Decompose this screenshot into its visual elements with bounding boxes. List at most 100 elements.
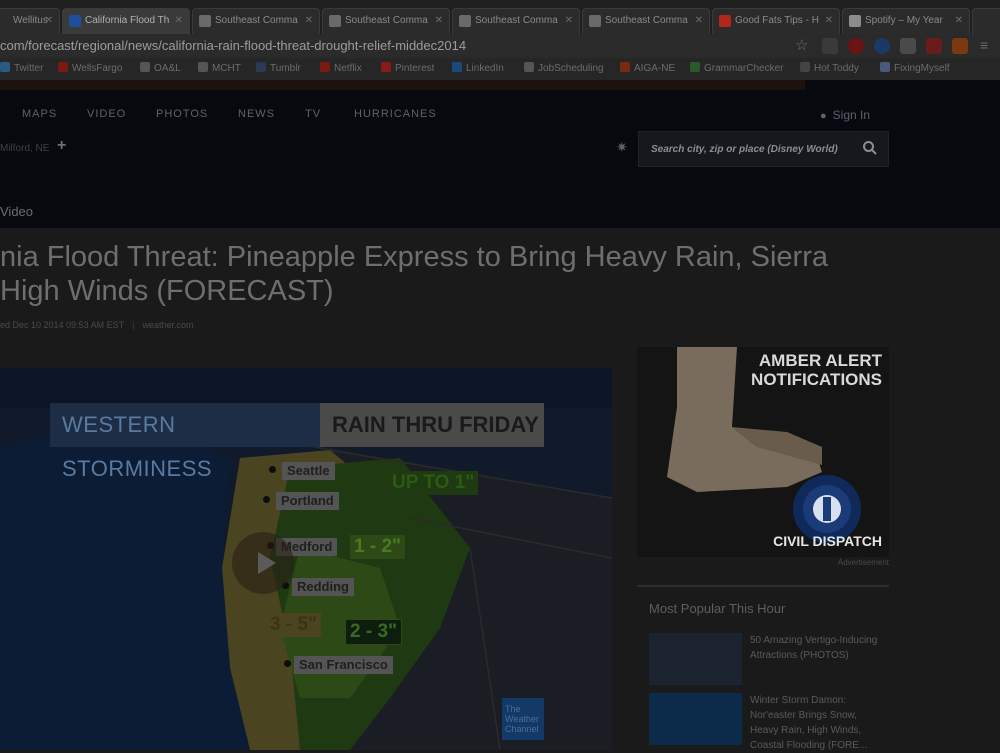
linkedin-icon: [452, 62, 462, 72]
rain-amount-label: 3 - 5": [266, 613, 322, 637]
bookmark-item[interactable]: Tumblr: [256, 62, 301, 76]
tab-label: Southeast Comma: [345, 15, 428, 26]
article-meta: ed Dec 10 2014 09:53 AM EST | weather.com: [0, 320, 194, 330]
rain-amount-label: UP TO 1": [388, 471, 479, 495]
city-label-redding: Redding: [292, 578, 354, 596]
menu-icon[interactable]: ≡: [980, 37, 988, 53]
close-tab-icon[interactable]: ✕: [695, 9, 703, 33]
close-tab-icon[interactable]: ✕: [45, 9, 53, 33]
bookmark-star-icon[interactable]: ☆: [795, 36, 808, 54]
browser-tab[interactable]: Good Fats Tips - H ✕: [712, 8, 840, 34]
bookmark-item[interactable]: Pinterest: [381, 62, 434, 76]
tab-label: Southeast Comma: [215, 15, 298, 26]
most-popular-heading: Most Popular This Hour: [649, 601, 786, 616]
popular-thumbnail[interactable]: [649, 693, 742, 745]
city-label-portland: Portland: [276, 492, 339, 510]
ad-title-line: AMBER ALERT: [758, 351, 882, 370]
google-extension-icon[interactable]: [874, 38, 890, 54]
nav-item-news[interactable]: NEWS: [238, 108, 275, 120]
search-box: [638, 131, 889, 167]
printer-extension-icon[interactable]: [926, 38, 942, 54]
city-label-san-francisco: San Francisco: [294, 656, 393, 674]
bookmark-label: OA&L: [154, 63, 181, 74]
play-button[interactable]: [232, 532, 294, 594]
bookmark-item[interactable]: WellsFargo: [58, 62, 122, 76]
bookmark-item[interactable]: MCHT: [198, 62, 241, 76]
nav-item-video[interactable]: VIDEO: [87, 108, 126, 120]
new-badge-extension-icon[interactable]: [952, 38, 968, 54]
close-tab-icon[interactable]: ✕: [955, 9, 963, 33]
close-tab-icon[interactable]: ✕: [305, 9, 313, 33]
map-title-banner: WESTERN STORMINESS: [50, 403, 320, 481]
city-marker-icon: [284, 660, 291, 667]
browser-tab[interactable]: Southeast Comma ✕: [452, 8, 580, 34]
close-tab-icon[interactable]: ✕: [175, 9, 183, 33]
location-label[interactable]: Milford, NE: [0, 143, 49, 154]
browser-tab[interactable]: ✕ Wellitus: [0, 8, 60, 34]
bookmark-item[interactable]: LinkedIn: [452, 62, 504, 76]
pocket-extension-icon[interactable]: [900, 38, 916, 54]
bookmark-label: AIGA-NE: [634, 63, 676, 74]
tab-label: Good Fats Tips - H: [735, 15, 819, 26]
browser-tab[interactable]: Southeast Comma ✕: [192, 8, 320, 34]
popular-item-title[interactable]: Winter Storm Damon: Nor'easter Brings Sn…: [750, 693, 885, 753]
bookmark-icon: [800, 62, 810, 72]
sign-in-link[interactable]: ● Sign In: [820, 108, 870, 122]
bookmark-item[interactable]: AIGA-NE: [620, 62, 675, 76]
bookmark-label: Tumblr: [270, 63, 301, 74]
address-bar: com/forecast/regional/news/california-ra…: [0, 34, 1000, 58]
breadcrumb[interactable]: Video: [0, 204, 33, 219]
tab-favicon-icon: [589, 15, 601, 27]
bookmark-item[interactable]: JobScheduling: [524, 62, 604, 76]
most-popular-panel: Most Popular This Hour 50 Amazing Vertig…: [637, 585, 889, 753]
extension-icon[interactable]: [822, 38, 838, 54]
add-location-icon[interactable]: +: [57, 137, 66, 155]
browser-tab[interactable]: Southeast Comma ✕: [582, 8, 710, 34]
search-icon[interactable]: [862, 140, 878, 156]
bookmark-label: FixingMyself: [894, 63, 950, 74]
tab-favicon-icon: [849, 15, 861, 27]
page-icon: [198, 62, 208, 72]
tab-label: Southeast Comma: [475, 15, 558, 26]
map-subtitle-banner: RAIN THRU FRIDAY: [320, 403, 544, 447]
advertisement[interactable]: AMBER ALERT NOTIFICATIONS CIVIL DISPATCH: [637, 347, 889, 557]
gear-icon[interactable]: ✷: [616, 139, 628, 156]
article-source: weather.com: [142, 320, 194, 330]
tab-label: Spotify – My Year: [865, 15, 943, 26]
browser-tab-active[interactable]: California Flood Th ✕: [62, 8, 190, 34]
url-field[interactable]: com/forecast/regional/news/california-ra…: [0, 36, 466, 56]
pinterest-extension-icon[interactable]: [848, 38, 864, 54]
bookmark-label: Twitter: [14, 63, 44, 74]
bookmark-item[interactable]: FixingMyself: [880, 62, 950, 76]
ad-brand: CIVIL DISPATCH: [773, 533, 882, 549]
nav-item-maps[interactable]: MAPS: [22, 108, 57, 120]
popular-thumbnail[interactable]: [649, 633, 742, 685]
close-tab-icon[interactable]: ✕: [565, 9, 573, 33]
bookmark-item[interactable]: Netflix: [320, 62, 362, 76]
bookmark-item[interactable]: Twitter: [0, 62, 43, 76]
city-marker-icon: [263, 496, 270, 503]
search-input[interactable]: [649, 140, 859, 158]
close-tab-icon[interactable]: ✕: [825, 9, 833, 33]
browser-tab[interactable]: Southeast Comma ✕: [322, 8, 450, 34]
nav-item-hurricanes[interactable]: HURRICANES: [354, 108, 437, 120]
tab-favicon-icon: [69, 15, 81, 27]
city-marker-icon: [269, 466, 276, 473]
nav-item-photos[interactable]: PHOTOS: [156, 108, 208, 120]
tab-favicon-icon: [329, 15, 341, 27]
popular-item-title[interactable]: 50 Amazing Vertigo-Inducing Attractions …: [750, 633, 885, 663]
ad-title: AMBER ALERT NOTIFICATIONS: [637, 351, 882, 389]
publish-date: ed Dec 10 2014 09:53 AM EST: [0, 320, 125, 330]
header-ad-strip: [0, 80, 805, 90]
browser-tab[interactable]: Spotify – My Year ✕: [842, 8, 970, 34]
close-tab-icon[interactable]: ✕: [435, 9, 443, 33]
bookmark-icon: [524, 62, 534, 72]
nav-item-tv[interactable]: TV: [305, 108, 321, 120]
logo-line: Channel: [505, 724, 539, 734]
twitter-icon: [0, 62, 10, 72]
user-icon: ●: [820, 110, 827, 122]
new-tab-button[interactable]: [972, 8, 1000, 34]
bookmark-item[interactable]: GrammarChecker: [690, 62, 783, 76]
bookmark-item[interactable]: OA&L: [140, 62, 181, 76]
bookmark-item[interactable]: Hot Toddy: [800, 62, 859, 76]
